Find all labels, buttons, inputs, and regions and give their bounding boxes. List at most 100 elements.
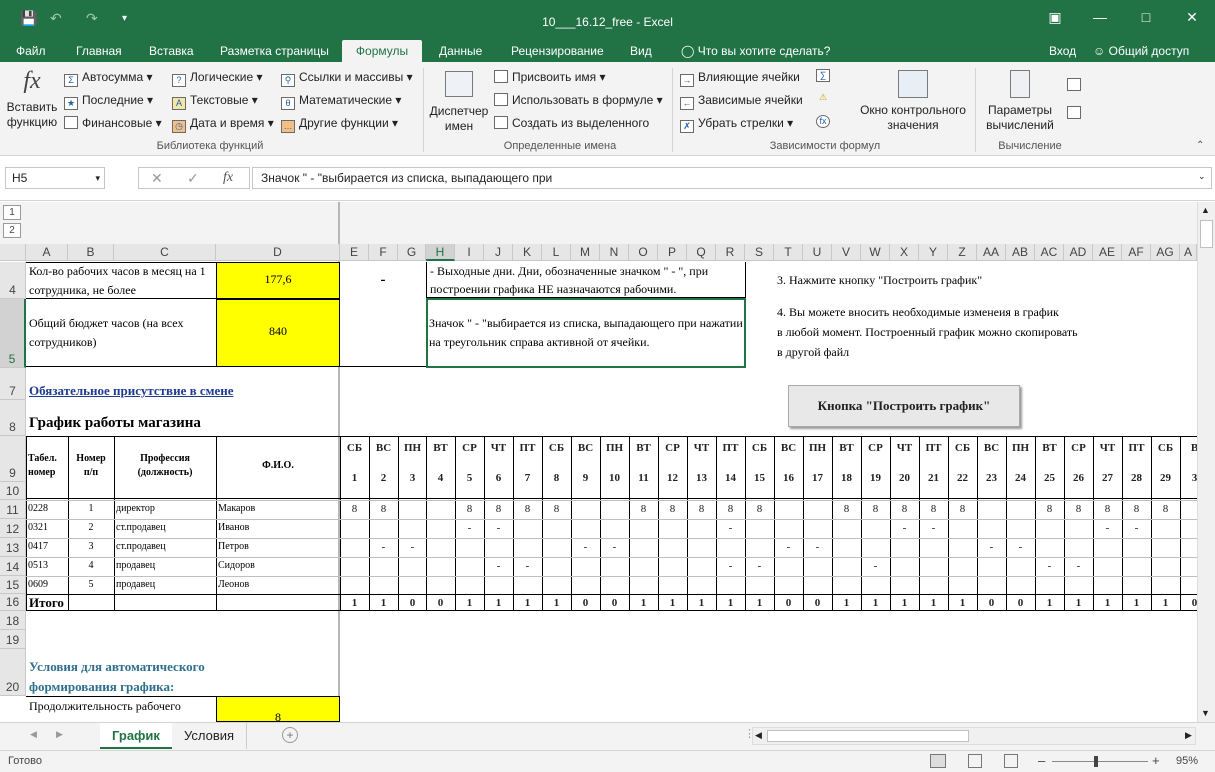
show-formulas-icon[interactable]: ∑ bbox=[816, 69, 830, 82]
shift-cell[interactable]: - bbox=[1035, 560, 1064, 572]
shift-cell[interactable]: - bbox=[919, 522, 948, 534]
column-header[interactable]: V bbox=[832, 244, 861, 261]
insert-function-icon[interactable]: fx bbox=[223, 170, 233, 186]
tab-file[interactable]: Файл bbox=[8, 40, 54, 62]
column-header[interactable]: G bbox=[398, 244, 426, 261]
column-header[interactable]: Y bbox=[919, 244, 948, 261]
shift-cell[interactable]: 8 bbox=[1093, 503, 1122, 515]
chevron-down-icon[interactable]: ▾ bbox=[95, 168, 100, 188]
tab-number[interactable]: 0417 bbox=[28, 541, 48, 552]
outline-level-1[interactable]: 1 bbox=[3, 205, 21, 220]
trace-precedents-button[interactable]: → Влияющие ячейки bbox=[680, 68, 800, 87]
horizontal-scrollbar[interactable]: ◀ ▶ bbox=[752, 727, 1196, 745]
shift-cell[interactable]: - bbox=[1122, 522, 1151, 534]
row-header[interactable]: 13 bbox=[0, 538, 26, 557]
outline-level-2[interactable]: 2 bbox=[3, 223, 21, 238]
sign-in-link[interactable]: Вход bbox=[1041, 40, 1084, 62]
shift-cell[interactable]: 8 bbox=[861, 503, 890, 515]
text-button[interactable]: A Текстовые ▾ bbox=[172, 91, 258, 110]
shift-cell[interactable]: 8 bbox=[832, 503, 861, 515]
tab-data[interactable]: Данные bbox=[431, 40, 490, 62]
row-header[interactable]: 12 bbox=[0, 519, 26, 538]
column-header[interactable]: S bbox=[745, 244, 774, 261]
shift-cell[interactable]: - bbox=[745, 560, 774, 572]
tab-home[interactable]: Главная bbox=[68, 40, 130, 62]
share-button[interactable]: ☺ Общий доступ bbox=[1085, 40, 1197, 62]
shift-cell[interactable]: 8 bbox=[542, 503, 571, 515]
shift-cell[interactable]: 8 bbox=[1122, 503, 1151, 515]
lookup-button[interactable]: ⚲ Ссылки и массивы ▾ bbox=[281, 68, 413, 87]
shift-cell[interactable]: - bbox=[716, 522, 745, 534]
shift-cell[interactable]: - bbox=[803, 541, 832, 553]
enter-icon[interactable]: ✓ bbox=[187, 170, 199, 187]
sheet-tab-grafik[interactable]: График bbox=[100, 723, 172, 749]
page-break-view-icon[interactable] bbox=[1004, 754, 1018, 768]
column-header[interactable]: B bbox=[68, 244, 114, 261]
watch-window-button[interactable]: Окно контрольного значения bbox=[855, 68, 971, 136]
employee-name[interactable]: Сидоров bbox=[218, 560, 255, 571]
math-button[interactable]: θ Математические ▾ bbox=[281, 91, 401, 110]
insert-function-button[interactable]: fx Вставить функцию bbox=[4, 68, 60, 136]
column-header[interactable]: AF bbox=[1122, 244, 1151, 261]
shift-cell[interactable]: - bbox=[398, 541, 427, 553]
column-header[interactable]: C bbox=[114, 244, 216, 261]
employee-name[interactable]: Петров bbox=[218, 541, 249, 552]
shift-cell[interactable]: 8 bbox=[455, 503, 484, 515]
row-header[interactable]: 16 bbox=[0, 594, 26, 611]
shift-cell[interactable]: 8 bbox=[340, 503, 369, 515]
row-number[interactable]: 4 bbox=[68, 560, 114, 571]
normal-view-icon[interactable] bbox=[930, 754, 946, 768]
select-all-corner[interactable] bbox=[0, 244, 26, 261]
tab-review[interactable]: Рецензирование bbox=[503, 40, 612, 62]
column-header[interactable]: K bbox=[513, 244, 542, 261]
column-header[interactable]: D bbox=[216, 244, 340, 261]
shift-cell[interactable]: - bbox=[484, 522, 513, 534]
tab-number[interactable]: 0513 bbox=[28, 560, 48, 571]
expand-formula-icon[interactable]: ⌄ bbox=[1198, 171, 1206, 182]
scroll-down-icon[interactable]: ▼ bbox=[1201, 708, 1210, 718]
column-header[interactable]: AD bbox=[1064, 244, 1093, 261]
profession[interactable]: ст.продавец bbox=[116, 522, 166, 533]
shift-cell[interactable]: - bbox=[774, 541, 803, 553]
shift-cell[interactable]: 8 bbox=[890, 503, 919, 515]
close-button[interactable]: ✕ bbox=[1182, 9, 1202, 29]
collapse-ribbon-icon[interactable]: ⌃ bbox=[1196, 140, 1204, 151]
row-header[interactable]: 8 bbox=[0, 400, 26, 436]
column-header[interactable]: F bbox=[369, 244, 398, 261]
zoom-in-icon[interactable]: + bbox=[1152, 753, 1160, 768]
row-header[interactable]: 5 bbox=[0, 299, 26, 368]
shift-cell[interactable]: 8 bbox=[658, 503, 687, 515]
column-header[interactable]: P bbox=[658, 244, 687, 261]
tab-number[interactable]: 0609 bbox=[28, 579, 48, 590]
tab-page-layout[interactable]: Разметка страницы bbox=[212, 40, 337, 62]
shift-cell[interactable]: 8 bbox=[484, 503, 513, 515]
column-header[interactable]: AE bbox=[1093, 244, 1122, 261]
remove-arrows-button[interactable]: ✗ Убрать стрелки ▾ bbox=[680, 114, 793, 133]
define-name-button[interactable]: Присвоить имя ▾ bbox=[494, 68, 606, 86]
maximize-button[interactable]: □ bbox=[1136, 9, 1156, 29]
tell-me-search[interactable]: ◯ Что вы хотите сделать? bbox=[673, 40, 838, 62]
column-header[interactable]: H bbox=[426, 244, 455, 261]
prev-sheet-icon[interactable]: ◀ bbox=[30, 729, 37, 740]
row-number[interactable]: 3 bbox=[68, 541, 114, 552]
shift-cell[interactable]: 8 bbox=[369, 503, 398, 515]
vertical-scroll-thumb[interactable] bbox=[1200, 220, 1213, 248]
column-header[interactable]: A bbox=[26, 244, 68, 261]
zoom-slider-handle[interactable] bbox=[1094, 756, 1098, 767]
datetime-button[interactable]: ◷ Дата и время ▾ bbox=[172, 114, 274, 133]
ribbon-display-icon[interactable]: ▣ bbox=[1045, 9, 1065, 29]
scroll-up-icon[interactable]: ▲ bbox=[1201, 205, 1210, 215]
tab-insert[interactable]: Вставка bbox=[141, 40, 202, 62]
shift-cell[interactable]: - bbox=[513, 560, 542, 572]
calculate-sheet-icon[interactable] bbox=[1067, 106, 1081, 119]
column-header[interactable]: AC bbox=[1035, 244, 1064, 261]
shift-cell[interactable]: - bbox=[1093, 522, 1122, 534]
calc-options-button[interactable]: Параметры вычислений bbox=[978, 68, 1062, 136]
other-functions-button[interactable]: … Другие функции ▾ bbox=[281, 114, 398, 133]
row-header[interactable]: 9 bbox=[0, 436, 26, 482]
name-box[interactable]: H5 ▾ bbox=[5, 167, 105, 189]
recent-button[interactable]: ★ Последние ▾ bbox=[64, 91, 153, 110]
profession[interactable]: директор bbox=[116, 503, 155, 514]
build-schedule-button[interactable]: Кнопка "Построить график" bbox=[788, 385, 1020, 427]
autosum-button[interactable]: Σ Автосумма ▾ bbox=[64, 68, 153, 87]
